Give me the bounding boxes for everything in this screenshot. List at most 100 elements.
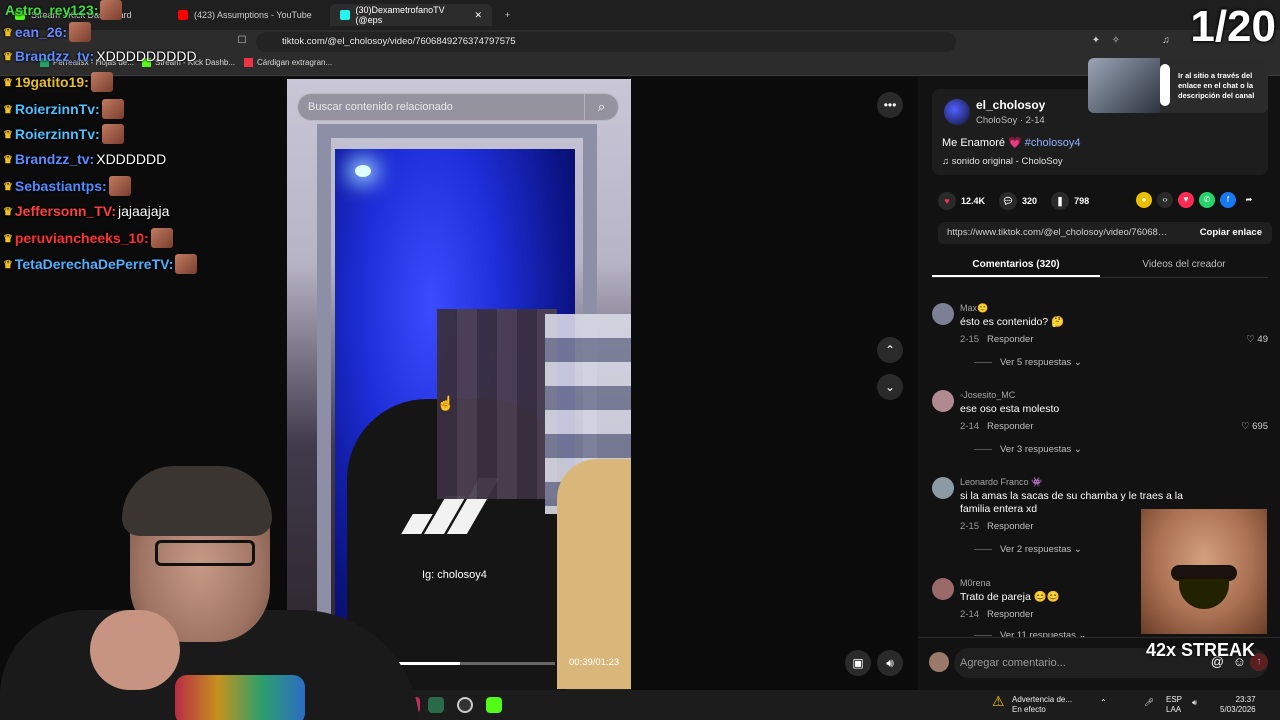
comment-icon: 💬︎ — [999, 192, 1018, 210]
coin-icon[interactable]: ● — [1136, 192, 1152, 208]
taskbar-clock[interactable]: 23:37 5/03/2026 — [1220, 695, 1256, 715]
commenter-name[interactable]: Leonardo Franco 👾 — [960, 477, 1042, 488]
save-button[interactable]: ❚ 798 — [1051, 192, 1089, 210]
music-icon[interactable]: ♫ — [1160, 35, 1172, 47]
chat-text: XDDDDDD — [96, 151, 167, 167]
chat-username[interactable]: RoierzinnTv: — [15, 101, 100, 117]
speaker-icon[interactable]: 🔊︎ — [1192, 698, 1197, 708]
send-icon[interactable]: ▼ — [1178, 192, 1194, 208]
warning-notification[interactable]: Advertencia de... En efecto — [992, 695, 1072, 715]
like-count: 12.4K — [961, 196, 986, 206]
bookmark-icon: ❚ — [1051, 192, 1070, 210]
chat-username[interactable]: RoierzinnTv: — [15, 126, 100, 142]
comment-like-button[interactable]: ♡ 695 — [1241, 421, 1268, 432]
like-button[interactable]: ♥ 12.4K — [938, 192, 985, 210]
link-row: https://www.tiktok.com/@el_cholosoy/vide… — [938, 222, 1272, 244]
mic-icon[interactable]: 🎤︎ — [1144, 698, 1154, 707]
chat-emote — [69, 22, 92, 42]
facebook-icon[interactable]: f — [1220, 192, 1236, 208]
tab-comments[interactable]: Comentarios (320) — [932, 254, 1100, 277]
chat-username[interactable]: Jeffersonn_TV: — [15, 203, 116, 219]
heart-outline-icon: ♡ — [1246, 334, 1255, 345]
embed-icon[interactable]: ‹› — [1157, 192, 1173, 208]
chat-username[interactable]: Brandzz_tv: — [15, 48, 94, 64]
commenter-name[interactable]: ◦Josesito_MC — [960, 390, 1015, 400]
search-icon[interactable]: ⌕ — [584, 94, 618, 120]
chat-username[interactable]: 19gatito19: — [15, 74, 89, 90]
reply-button[interactable]: Responder — [987, 609, 1033, 620]
language-indicator[interactable]: ESP LAA — [1166, 695, 1182, 715]
commenter-avatar[interactable] — [932, 303, 954, 325]
comment-like-button[interactable]: ♡ 49 — [1246, 334, 1268, 345]
volume-icon[interactable]: 🔊︎ — [877, 650, 903, 676]
crown-badge-icon: ♛ — [3, 26, 13, 39]
pixelated-face — [437, 309, 557, 499]
related-search-input[interactable]: Buscar contenido relacionado ⌕ — [297, 93, 619, 121]
clock-time: 23:37 — [1235, 695, 1256, 704]
chevron-up-icon[interactable]: ⌃ — [1100, 698, 1107, 707]
reply-button[interactable]: Responder — [987, 334, 1033, 345]
reply-button[interactable]: Responder — [987, 421, 1033, 432]
previous-video-button[interactable]: ⌃ — [877, 337, 903, 363]
kick-icon[interactable] — [486, 697, 502, 713]
more-options-icon[interactable]: ••• — [877, 92, 903, 118]
laughing-emote — [1141, 509, 1267, 634]
shop-icon — [244, 58, 253, 67]
commenter-name[interactable]: Max🙂 — [960, 303, 988, 314]
commenter-avatar[interactable] — [932, 477, 954, 499]
chat-username[interactable]: peruviancheeks_10: — [15, 230, 149, 246]
chat-username[interactable]: TetaDerechaDePerreTV: — [15, 256, 173, 272]
comment-meta: 2-14 Responder — [960, 421, 1034, 432]
commenter-avatar[interactable] — [932, 390, 954, 412]
crown-badge-icon: ♛ — [3, 50, 13, 63]
chat-username[interactable]: Astro_rey123: — [5, 2, 98, 18]
chat-emote — [90, 72, 113, 92]
url-field[interactable]: tiktok.com/@el_cholosoy/video/7606849276… — [256, 32, 956, 52]
next-video-button[interactable]: ⌄ — [877, 374, 903, 400]
share-arrow-icon[interactable]: ➦ — [1241, 192, 1257, 208]
obs-icon[interactable] — [457, 697, 473, 713]
url-text: tiktok.com/@el_cholosoy/video/7606849276… — [282, 36, 516, 47]
video-time: 00:39/01:23 — [569, 657, 620, 668]
pip-icon[interactable]: ▣ — [845, 650, 871, 676]
hashtag-link[interactable]: #cholosoy4 — [1025, 137, 1081, 149]
heart-outline-icon: ♡ — [1240, 421, 1250, 432]
copy-link-button[interactable]: Copiar enlace — [1200, 227, 1262, 238]
tab-tiktok[interactable]: (30)DexametrofanoTV (@eps ✕ — [330, 4, 492, 26]
chat-username[interactable]: Sebastiantps: — [15, 178, 107, 194]
crown-badge-icon: ♛ — [3, 205, 13, 218]
view-replies-button[interactable]: Ver 3 respuestas ⌄ — [974, 444, 1082, 455]
video-description: Me Enamoré 💗 #cholosoy4 — [942, 136, 1080, 149]
creator-avatar[interactable] — [944, 99, 970, 125]
bookmark-icon[interactable]: ☐ — [236, 35, 248, 47]
chat-message: ♛ RoierzinnTv: — [3, 99, 124, 119]
comment-button[interactable]: 💬︎ 320 — [999, 192, 1037, 210]
chat-username[interactable]: Brandzz_tv: — [15, 151, 94, 167]
tab-creator-videos[interactable]: Videos del creador — [1100, 254, 1268, 277]
commenter-avatar[interactable] — [932, 578, 954, 600]
new-tab-button[interactable]: + — [495, 4, 520, 26]
close-tab-icon[interactable]: ✕ — [474, 10, 482, 21]
crown-badge-icon: ♛ — [3, 153, 13, 166]
chat-username[interactable]: ean_26: — [15, 24, 67, 40]
comment-date: 2-15 — [960, 334, 980, 345]
chat-message: ♛ 19gatito19: — [3, 72, 113, 92]
puzzle-icon[interactable]: ✧ — [1110, 35, 1122, 47]
whatsapp-icon[interactable]: ✆ — [1199, 192, 1215, 208]
bookmark-item[interactable]: Cárdigan extragran... — [244, 58, 332, 67]
comment-like-count: 49 — [1257, 334, 1268, 345]
tab-youtube[interactable]: (423) Assumptions - YouTube — [168, 4, 322, 26]
comment-count: 320 — [1022, 196, 1038, 206]
sound-link[interactable]: ♫ sonido original - CholoSoy — [942, 156, 1063, 167]
panel-tabs: Comentarios (320) Videos del creador — [932, 254, 1268, 278]
view-replies-button[interactable]: Ver 2 respuestas ⌄ — [974, 544, 1082, 555]
video-link-url[interactable]: https://www.tiktok.com/@el_cholosoy/vide… — [947, 227, 1169, 238]
view-replies-button[interactable]: Ver 5 respuestas ⌄ — [974, 357, 1082, 368]
taskbar-app-icon[interactable] — [428, 697, 444, 713]
extension-icon[interactable]: ✦ — [1090, 35, 1102, 47]
commenter-name[interactable]: M0rena — [960, 578, 991, 588]
reply-button[interactable]: Responder — [987, 521, 1033, 532]
creator-name[interactable]: el_cholosoy — [976, 98, 1045, 112]
open-mouth — [1179, 579, 1229, 609]
chat-message: ♛ ean_26: — [3, 22, 92, 42]
